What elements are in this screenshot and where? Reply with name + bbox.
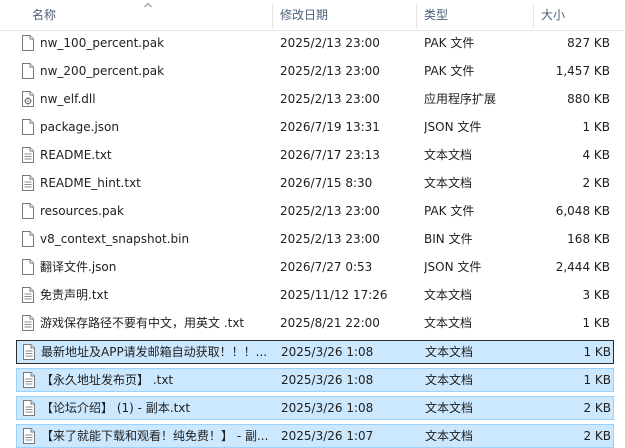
file-row[interactable]: package.json 2026/7/19 13:31 JSON 文件 1 KB: [16, 116, 614, 140]
file-name[interactable]: nw_200_percent.pak: [40, 60, 272, 82]
file-name[interactable]: package.json: [40, 116, 272, 138]
file-row[interactable]: 游戏保存路径不要有中文，用英文 .txt 2025/8/21 22:00 文本文档 1…: [16, 312, 614, 336]
file-modified-date: 2025/8/21 22:00: [280, 316, 380, 330]
file-name[interactable]: README_hint.txt: [40, 172, 272, 194]
file-modified-date: 2025/3/26 1:08: [281, 373, 374, 387]
file-row[interactable]: 【来了就能下载和观看！纯免费！】 - 副... 2025/3/26 1:07 文本文…: [16, 424, 614, 448]
file-type: 文本文档: [425, 401, 474, 415]
file-type: 文本文档: [424, 148, 473, 162]
file-row[interactable]: 【永久地址发布页】 .txt 2025/3/26 1:08 文本文档 1 KB: [16, 368, 614, 392]
file-modified-date: 2025/11/12 17:26: [280, 288, 388, 302]
file-type: BIN 文件: [424, 232, 473, 246]
file-size: 168 KB: [567, 232, 610, 246]
file-name[interactable]: resources.pak: [40, 200, 272, 222]
file-row[interactable]: nw_100_percent.pak 2025/2/13 23:00 PAK 文件 8…: [16, 32, 614, 56]
file-type: PAK 文件: [424, 204, 475, 218]
file-size: 1 KB: [583, 373, 611, 387]
text-file-icon: [23, 372, 35, 388]
file-row[interactable]: nw_200_percent.pak 2025/2/13 23:00 PAK 文件 1…: [16, 60, 614, 84]
file-name[interactable]: nw_100_percent.pak: [40, 32, 272, 54]
blank-file-icon: [22, 35, 34, 51]
file-size: 1 KB: [582, 120, 610, 134]
file-modified-date: 2025/3/26 1:07: [281, 429, 374, 443]
file-size: 4 KB: [582, 148, 610, 162]
column-divider[interactable]: [416, 4, 417, 28]
file-type: 文本文档: [425, 373, 474, 387]
blank-file-icon: [22, 119, 34, 135]
blank-file-icon: [22, 231, 34, 247]
file-type: PAK 文件: [424, 36, 475, 50]
file-modified-date: 2025/3/26 1:08: [281, 401, 374, 415]
file-name[interactable]: v8_context_snapshot.bin: [40, 228, 272, 250]
file-type: 文本文档: [424, 316, 473, 330]
file-row[interactable]: nw_elf.dll 2025/2/13 23:00 应用程序扩展 880 KB: [16, 88, 614, 112]
file-name[interactable]: 游戏保存路径不要有中文，用英文 .txt: [40, 312, 272, 334]
file-size: 2 KB: [582, 176, 610, 190]
file-modified-date: 2025/2/13 23:00: [280, 64, 380, 78]
file-type: PAK 文件: [424, 64, 475, 78]
file-modified-date: 2025/2/13 23:00: [280, 36, 380, 50]
file-size: 1 KB: [582, 316, 610, 330]
file-row[interactable]: resources.pak 2025/2/13 23:00 PAK 文件 6,048 …: [16, 200, 614, 224]
file-modified-date: 2025/2/13 23:00: [280, 92, 380, 106]
file-name[interactable]: README.txt: [40, 144, 272, 166]
file-size: 6,048 KB: [555, 204, 610, 218]
text-file-icon: [22, 175, 34, 191]
file-modified-date: 2026/7/17 23:13: [280, 148, 380, 162]
file-row[interactable]: 翻译文件.json 2026/7/27 0:53 JSON 文件 2,444 KB: [16, 256, 614, 280]
file-type: 文本文档: [424, 176, 473, 190]
file-name[interactable]: nw_elf.dll: [40, 88, 272, 110]
blank-file-icon: [22, 259, 34, 275]
file-modified-date: 2026/7/15 8:30: [280, 176, 373, 190]
file-size: 3 KB: [582, 288, 610, 302]
file-size: 1 KB: [583, 345, 611, 359]
text-file-icon: [22, 147, 34, 163]
file-row[interactable]: 最新地址及APP请发邮箱自动获取！！！... 2025/3/26 1:08 文本文档…: [16, 340, 614, 364]
file-size: 880 KB: [567, 92, 610, 106]
file-modified-date: 2026/7/27 0:53: [280, 260, 373, 274]
file-name[interactable]: 翻译文件.json: [40, 256, 272, 278]
file-type: JSON 文件: [424, 120, 482, 134]
file-size: 1,457 KB: [555, 64, 610, 78]
file-modified-date: 2025/2/13 23:00: [280, 204, 380, 218]
file-modified-date: 2025/3/26 1:08: [281, 345, 374, 359]
file-type: 文本文档: [425, 345, 474, 359]
column-header-bar: 名称 修改日期 类型 大小: [0, 0, 625, 31]
column-divider[interactable]: [533, 4, 534, 28]
file-name[interactable]: 【永久地址发布页】 .txt: [41, 369, 273, 391]
text-file-icon: [23, 400, 35, 416]
file-size: 2 KB: [583, 429, 611, 443]
file-size: 2 KB: [583, 401, 611, 415]
column-header-modified[interactable]: 修改日期: [280, 0, 410, 30]
file-row[interactable]: 免责声明.txt 2025/11/12 17:26 文本文档 3 KB: [16, 284, 614, 308]
file-row[interactable]: README.txt 2026/7/17 23:13 文本文档 4 KB: [16, 144, 614, 168]
text-file-icon: [22, 287, 34, 303]
text-file-icon: [23, 344, 35, 360]
file-name[interactable]: 最新地址及APP请发邮箱自动获取！！！...: [41, 341, 273, 363]
file-type: JSON 文件: [424, 260, 482, 274]
column-header-size[interactable]: 大小: [541, 0, 621, 30]
file-size: 827 KB: [567, 36, 610, 50]
column-divider[interactable]: [272, 4, 273, 28]
file-row[interactable]: README_hint.txt 2026/7/15 8:30 文本文档 2 KB: [16, 172, 614, 196]
blank-file-icon: [22, 63, 34, 79]
file-name[interactable]: 【来了就能下载和观看！纯免费！】 - 副...: [41, 425, 273, 447]
file-size: 2,444 KB: [555, 260, 610, 274]
file-name[interactable]: 免责声明.txt: [40, 284, 272, 306]
file-modified-date: 2025/2/13 23:00: [280, 232, 380, 246]
column-header-name[interactable]: 名称: [32, 0, 262, 30]
file-modified-date: 2026/7/19 13:31: [280, 120, 380, 134]
file-type: 文本文档: [425, 429, 474, 443]
file-type: 文本文档: [424, 288, 473, 302]
file-name[interactable]: 【论坛介绍】 (1) - 副本.txt: [41, 397, 273, 419]
file-row[interactable]: v8_context_snapshot.bin 2025/2/13 23:00 BI…: [16, 228, 614, 252]
text-file-icon: [23, 428, 35, 444]
dll-file-icon: [22, 91, 34, 107]
file-row[interactable]: 【论坛介绍】 (1) - 副本.txt 2025/3/26 1:08 文本文档 2 K…: [16, 396, 614, 420]
file-type: 应用程序扩展: [424, 92, 497, 106]
blank-file-icon: [22, 203, 34, 219]
text-file-icon: [22, 315, 34, 331]
column-header-type[interactable]: 类型: [424, 0, 524, 30]
